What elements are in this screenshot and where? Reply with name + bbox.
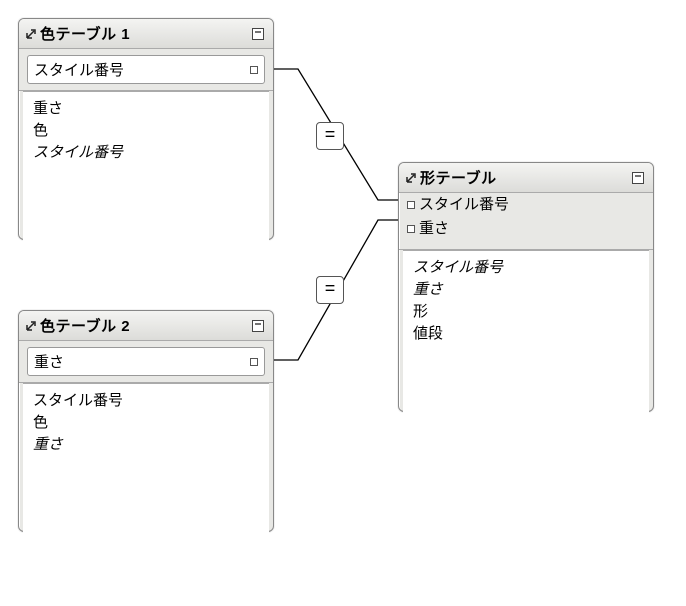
field-label: スタイル番号 — [413, 259, 503, 276]
expand-arrow-icon — [25, 320, 37, 332]
expand-arrow-icon — [405, 172, 417, 184]
expand-arrow-icon — [25, 28, 37, 40]
field-item[interactable]: 色 — [33, 412, 259, 434]
field-item[interactable]: スタイル番号 — [413, 257, 639, 279]
target-key-row[interactable]: スタイル番号 — [399, 193, 653, 217]
field-label: 色 — [33, 414, 48, 431]
panel-title: 形テーブル — [420, 167, 497, 188]
field-label: 形 — [413, 303, 428, 320]
panel-titlebar[interactable]: 形テーブル — [399, 163, 653, 193]
panel-title: 色テーブル 1 — [40, 23, 130, 44]
field-label: 重さ — [413, 281, 443, 298]
field-item[interactable]: 形 — [413, 301, 639, 323]
relationship-operator-2[interactable]: = — [316, 276, 344, 304]
key-field-section: 重さ — [19, 341, 273, 383]
relation-port-icon — [250, 358, 258, 366]
target-key-label: スタイル番号 — [419, 195, 509, 215]
field-list: 重さ 色 スタイル番号 — [23, 91, 269, 242]
field-item[interactable]: 重さ — [33, 98, 259, 120]
table-panel-color-2[interactable]: 色テーブル 2 重さ スタイル番号 色 重さ — [18, 310, 274, 532]
table-panel-color-1[interactable]: 色テーブル 1 スタイル番号 重さ 色 スタイル番号 — [18, 18, 274, 240]
field-item[interactable]: 値段 — [413, 323, 639, 345]
panel-titlebar[interactable]: 色テーブル 2 — [19, 311, 273, 341]
field-label: スタイル番号 — [33, 392, 123, 409]
relation-port-icon — [407, 225, 415, 233]
key-field-label: スタイル番号 — [34, 59, 124, 80]
target-key-label: 重さ — [419, 219, 449, 239]
relation-port-icon — [250, 66, 258, 74]
collapse-icon[interactable] — [631, 171, 645, 185]
target-key-row[interactable]: 重さ — [399, 217, 653, 241]
panel-titlebar[interactable]: 色テーブル 1 — [19, 19, 273, 49]
field-item[interactable]: スタイル番号 — [33, 390, 259, 412]
field-item[interactable]: 重さ — [413, 279, 639, 301]
field-item[interactable]: スタイル番号 — [33, 142, 259, 164]
field-item[interactable]: 重さ — [33, 434, 259, 456]
divider — [399, 241, 653, 250]
field-label: スタイル番号 — [33, 144, 123, 161]
collapse-icon[interactable] — [251, 27, 265, 41]
operator-label: = — [325, 280, 336, 300]
field-item[interactable]: 色 — [33, 120, 259, 142]
operator-label: = — [325, 126, 336, 146]
field-label: 重さ — [33, 436, 63, 453]
field-label: 値段 — [413, 325, 443, 342]
key-field-label: 重さ — [34, 351, 64, 372]
field-list: スタイル番号 色 重さ — [23, 383, 269, 534]
key-field[interactable]: 重さ — [27, 347, 265, 376]
field-label: 重さ — [33, 100, 63, 117]
collapse-icon[interactable] — [251, 319, 265, 333]
panel-title: 色テーブル 2 — [40, 315, 130, 336]
key-field[interactable]: スタイル番号 — [27, 55, 265, 84]
field-list: スタイル番号 重さ 形 値段 — [403, 250, 649, 413]
relationship-operator-1[interactable]: = — [316, 122, 344, 150]
key-field-section: スタイル番号 — [19, 49, 273, 91]
relation-port-icon — [407, 201, 415, 209]
field-label: 色 — [33, 122, 48, 139]
table-panel-shape[interactable]: 形テーブル スタイル番号 重さ スタイル番号 重さ 形 値段 — [398, 162, 654, 412]
